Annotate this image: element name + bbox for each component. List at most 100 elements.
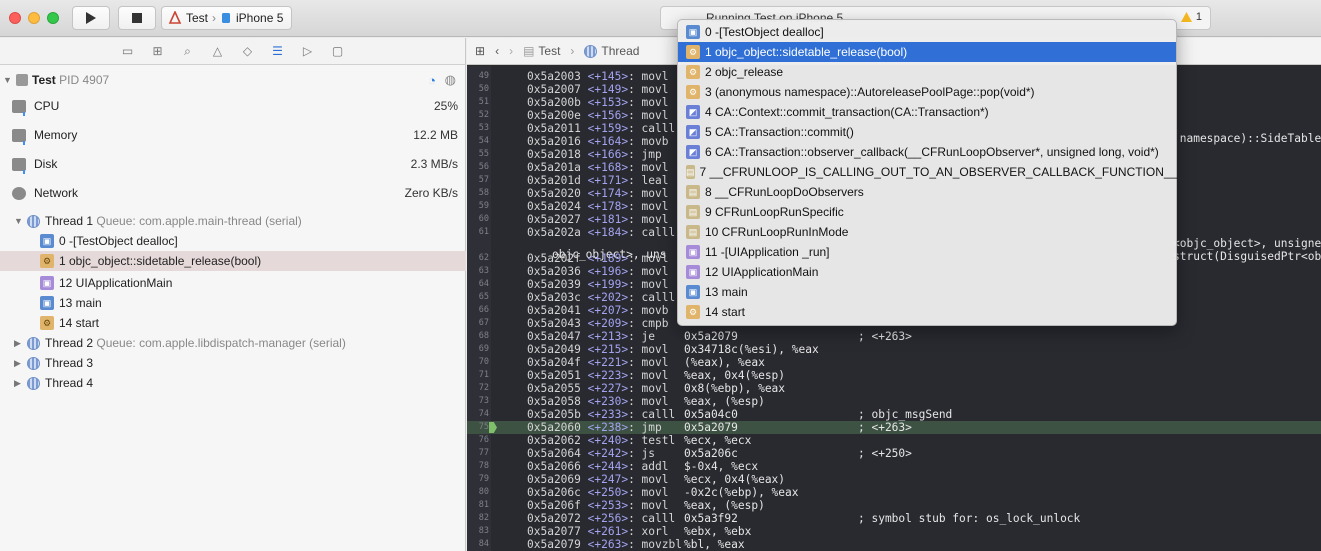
code-line[interactable]: 75 0x5a2060 <+238>: jmp 0x5a2079 ; <+263> [467, 421, 1321, 434]
disclosure-open-icon[interactable]: ▼ [3, 75, 13, 85]
back-chevron-icon[interactable]: ‹ [495, 44, 499, 58]
disclosure-closed-icon[interactable]: ▶ [14, 358, 24, 369]
code-line[interactable]: 81 0x5a206f <+253>: movl %eax, (%esp) [467, 499, 1321, 512]
stack-frame-menu-item[interactable]: ▣ 11 -[UIApplication _run] [678, 242, 1176, 262]
stop-button[interactable] [118, 6, 156, 30]
frame-row[interactable]: ⚙ 14 start [0, 313, 466, 333]
process-row[interactable]: ▼ Test PID 4907 ◔ ◍ [0, 70, 466, 90]
related-items-icon[interactable]: ⊞ [475, 44, 485, 58]
offset: <+207> [587, 304, 629, 317]
stack-frame-menu-item[interactable]: ▣ 0 -[TestObject dealloc] [678, 22, 1176, 42]
separator: : [628, 408, 642, 421]
code-line[interactable]: 74 0x5a205b <+233>: calll 0x5a04c0 ; objc_m… [467, 408, 1321, 421]
breakpoint-icon[interactable]: ▷ [299, 43, 317, 59]
stack-frame-menu-item[interactable]: ▣ 13 main [678, 282, 1176, 302]
offset: <+250> [587, 486, 629, 499]
gauge-network[interactable]: Network Zero KB/s [0, 183, 466, 203]
zoom-window-button[interactable] [47, 12, 59, 24]
separator: : [628, 486, 642, 499]
stack-frame-menu-item[interactable]: ⚙ 14 start [678, 302, 1176, 322]
code-line[interactable]: 80 0x5a206c <+250>: movl -0x2c(%ebp), %eax [467, 486, 1321, 499]
frame-row-selected[interactable]: ⚙ 1 objc_object::sidetable_release(bool) [0, 251, 466, 271]
folder-icon[interactable]: ▭ [119, 43, 137, 59]
breadcrumb-project[interactable]: Test [538, 44, 560, 58]
operands: $-0x4, %ecx [684, 460, 759, 473]
code-line[interactable]: 68 0x5a2047 <+213>: je 0x5a2079 ; <+263> [467, 330, 1321, 343]
stack-frame-menu-item[interactable]: ⚙ 3 (anonymous namespace)::AutoreleasePoo… [678, 82, 1176, 102]
stack-frame-menu-item[interactable]: ◩ 5 CA::Transaction::commit() [678, 122, 1176, 142]
line-number: 56 [478, 162, 489, 172]
test-diamond-icon[interactable]: ◇ [239, 43, 257, 59]
stack-frame-menu-item[interactable]: ◩ 4 CA::Context::commit_transaction(CA::T… [678, 102, 1176, 122]
instruction: 0x5a2060 <+238>: jmp [527, 421, 662, 434]
code-line[interactable]: 70 0x5a204f <+221>: movl (%eax), %eax [467, 356, 1321, 369]
disclosure-open-icon[interactable]: ▼ [14, 216, 24, 226]
frame-row[interactable]: ▣ 12 UIApplicationMain [0, 273, 466, 293]
debug-list-icon[interactable]: ☰ [269, 43, 287, 59]
disclosure-closed-icon[interactable]: ▶ [14, 338, 24, 349]
offset: <+253> [587, 499, 629, 512]
opcode: calll [641, 291, 676, 304]
code-line[interactable]: 69 0x5a2049 <+215>: movl 0x34718c(%esi), %… [467, 343, 1321, 356]
breadcrumb-thread[interactable]: Thread [601, 44, 639, 58]
line-number: 76 [478, 435, 489, 445]
thread-view-icon[interactable]: ◍ [445, 72, 456, 88]
code-line[interactable]: 76 0x5a2062 <+240>: testl %ecx, %ecx [467, 434, 1321, 447]
code-line[interactable]: 82 0x5a2072 <+256>: calll 0x5a3f92 ; symbol… [467, 512, 1321, 525]
run-button[interactable] [72, 6, 110, 30]
opcode: movl [641, 70, 669, 83]
instruction: 0x5a2069 <+247>: movl [527, 473, 669, 486]
thread-2-row[interactable]: ▶ Thread 2 Queue: com.apple.libdispatch-… [0, 333, 466, 353]
code-line[interactable]: 73 0x5a2058 <+230>: movl %eax, (%esp) [467, 395, 1321, 408]
frame-row[interactable]: ▣ 0 -[TestObject dealloc] [0, 231, 466, 251]
instruction: 0x5a2027 <+181>: movl [527, 213, 669, 226]
stack-frame-menu-item[interactable]: ⚙ 1 objc_object::sidetable_release(bool) [678, 42, 1176, 62]
warning-indicator[interactable]: 1 [1180, 11, 1202, 23]
code-line[interactable]: 83 0x5a2077 <+261>: xorl %ebx, %ebx [467, 525, 1321, 538]
line-number: 59 [478, 201, 489, 211]
gauge-memory[interactable]: Memory 12.2 MB [0, 125, 466, 145]
search-icon[interactable]: ⌕ [179, 43, 197, 59]
address: 0x5a2064 [527, 447, 581, 460]
scheme-selector[interactable]: Test › iPhone 5 [161, 6, 292, 30]
compass-icon[interactable]: ◔ [428, 73, 436, 88]
hierarchy-icon[interactable]: ⊞ [149, 43, 167, 59]
offset: <+196> [587, 265, 629, 278]
thread-3-row[interactable]: ▶ Thread 3 [0, 353, 466, 373]
disclosure-closed-icon[interactable]: ▶ [14, 378, 24, 389]
line-number: 79 [478, 474, 489, 484]
opcode: movl [641, 473, 669, 486]
instruction-pointer-icon[interactable] [489, 422, 497, 433]
code-line[interactable]: 77 0x5a2064 <+242>: js 0x5a206c ; <+250> [467, 447, 1321, 460]
operands: 0x5a3f92 [684, 512, 738, 525]
stack-frame-menu-item[interactable]: ▤ 10 CFRunLoopRunInMode [678, 222, 1176, 242]
stack-frame-menu-item[interactable]: ▤ 9 CFRunLoopRunSpecific [678, 202, 1176, 222]
address: 0x5a2049 [527, 343, 581, 356]
stack-frame-menu-item[interactable]: ⚙ 2 objc_release [678, 62, 1176, 82]
stack-frame-menu-item[interactable]: ◩ 6 CA::Transaction::observer_callback(__… [678, 142, 1176, 162]
gauge-cpu[interactable]: CPU 25% [0, 96, 466, 116]
thread-4-row[interactable]: ▶ Thread 4 [0, 373, 466, 393]
frame-row[interactable]: ▣ 13 main [0, 293, 466, 313]
code-line[interactable]: 72 0x5a2055 <+227>: movl 0x8(%ebp), %eax [467, 382, 1321, 395]
offset: <+199> [587, 278, 629, 291]
line-number: 65 [478, 292, 489, 302]
address: 0x5a2036 [527, 265, 581, 278]
code-line[interactable]: 78 0x5a2066 <+244>: addl $-0x4, %ecx [467, 460, 1321, 473]
close-window-button[interactable] [9, 12, 21, 24]
instruction: 0x5a2077 <+261>: xorl [527, 525, 669, 538]
code-line[interactable]: 84 0x5a2079 <+263>: movzbl %bl, %eax [467, 538, 1321, 551]
address: 0x5a2003 [527, 70, 581, 83]
stack-frame-menu-item[interactable]: ▤ 7 __CFRUNLOOP_IS_CALLING_OUT_TO_AN_OBSE… [678, 162, 1177, 182]
report-icon[interactable]: ▢ [329, 43, 347, 59]
code-line[interactable]: 79 0x5a2069 <+247>: movl %ecx, 0x4(%eax) [467, 473, 1321, 486]
gauge-disk[interactable]: Disk 2.3 MB/s [0, 154, 466, 174]
forward-chevron-icon[interactable]: › [509, 44, 513, 58]
warning-tab-icon[interactable]: △ [209, 43, 227, 59]
code-line[interactable]: 71 0x5a2051 <+223>: movl %eax, 0x4(%esp) [467, 369, 1321, 382]
minimize-window-button[interactable] [28, 12, 40, 24]
stack-frame-menu-item[interactable]: ▣ 12 UIApplicationMain [678, 262, 1176, 282]
user-code-icon: ▣ [686, 25, 700, 39]
stack-frame-menu-item[interactable]: ▤ 8 __CFRunLoopDoObservers [678, 182, 1176, 202]
thread-1-row[interactable]: ▼ Thread 1 Queue: com.apple.main-thread … [0, 211, 466, 231]
